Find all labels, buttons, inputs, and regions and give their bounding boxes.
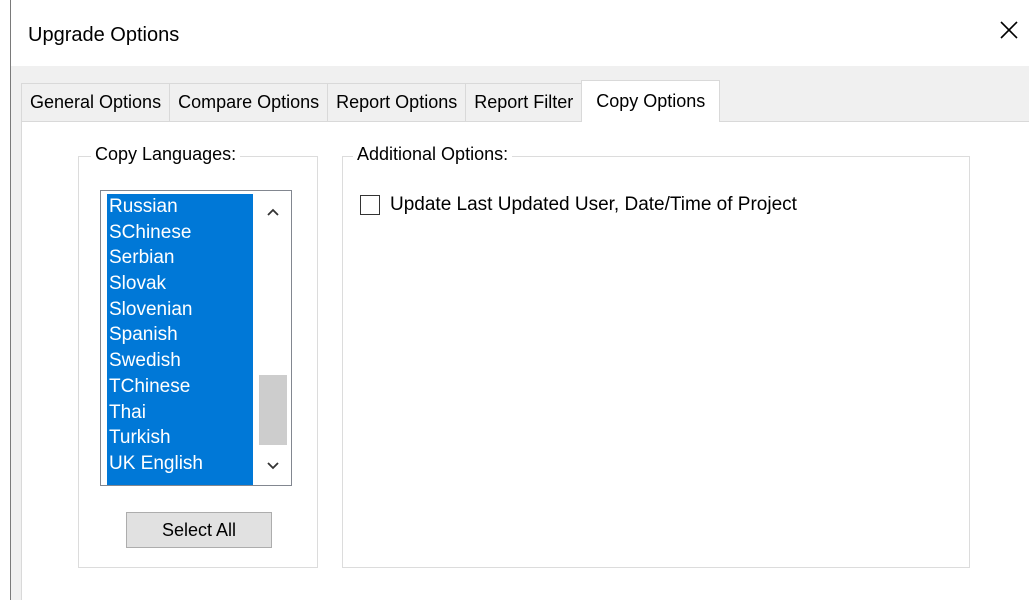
list-scrollbar[interactable] bbox=[255, 191, 291, 485]
background-edge bbox=[0, 0, 10, 600]
tab-strip: General Options Compare Options Report O… bbox=[21, 80, 721, 122]
list-item[interactable]: Russian bbox=[107, 194, 253, 220]
scroll-up-button[interactable] bbox=[255, 197, 291, 227]
copy-languages-label: Copy Languages: bbox=[91, 144, 241, 165]
list-item[interactable]: Spanish bbox=[107, 322, 253, 348]
tab-report-filter[interactable]: Report Filter bbox=[465, 83, 583, 121]
scroll-thumb[interactable] bbox=[259, 375, 287, 445]
tab-copy-options[interactable]: Copy Options bbox=[581, 80, 721, 122]
tab-report-options[interactable]: Report Options bbox=[327, 83, 467, 121]
language-list: Russian SChinese Serbian Slovak Slovenia… bbox=[107, 194, 253, 485]
window-title: Upgrade Options bbox=[28, 24, 180, 46]
list-item[interactable]: Turkish bbox=[107, 425, 253, 451]
select-all-button[interactable]: Select All bbox=[126, 512, 272, 548]
update-last-updated-label: Update Last Updated User, Date/Time of P… bbox=[390, 194, 797, 215]
additional-options-group: Additional Options: bbox=[342, 144, 970, 568]
additional-options-label: Additional Options: bbox=[353, 144, 513, 165]
scroll-down-button[interactable] bbox=[255, 451, 291, 481]
chevron-down-icon bbox=[267, 462, 279, 470]
tab-general-options[interactable]: General Options bbox=[21, 83, 171, 121]
list-item[interactable]: Slovenian bbox=[107, 297, 253, 323]
chevron-up-icon bbox=[267, 208, 279, 216]
list-item[interactable]: Swedish bbox=[107, 348, 253, 374]
update-last-updated-checkbox[interactable] bbox=[360, 195, 380, 215]
list-item[interactable]: TChinese bbox=[107, 374, 253, 400]
list-item[interactable]: SChinese bbox=[107, 220, 253, 246]
list-item[interactable]: Serbian bbox=[107, 245, 253, 271]
close-button[interactable] bbox=[988, 10, 1029, 50]
title-bar: Upgrade Options bbox=[10, 0, 1029, 66]
list-item[interactable]: Thai bbox=[107, 400, 253, 426]
tab-compare-options[interactable]: Compare Options bbox=[169, 83, 329, 121]
copy-languages-listbox[interactable]: Russian SChinese Serbian Slovak Slovenia… bbox=[100, 190, 292, 486]
update-last-updated-option[interactable]: Update Last Updated User, Date/Time of P… bbox=[360, 194, 797, 216]
close-icon bbox=[1000, 21, 1018, 39]
list-item[interactable]: UK English bbox=[107, 451, 253, 477]
list-item[interactable]: Slovak bbox=[107, 271, 253, 297]
